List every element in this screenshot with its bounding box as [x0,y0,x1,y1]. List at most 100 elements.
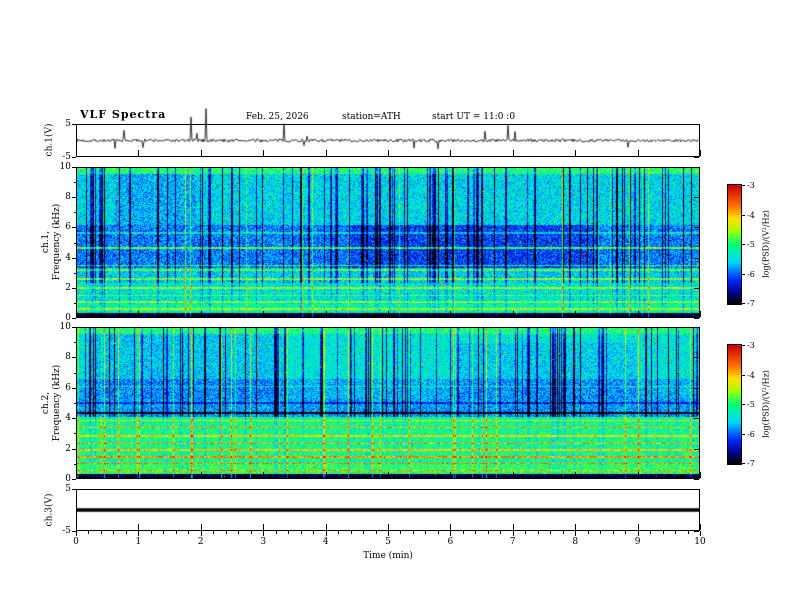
y-minor-tick [74,403,76,404]
y-tick-label: 8 [65,352,71,363]
ch1-voltage-axis-label: ch.1(V) [44,123,55,157]
x-frame-tick [138,524,140,530]
y-major-tick [72,387,76,389]
x-frame-tick [325,524,327,530]
x-tick-label: 1 [135,537,142,547]
x-frame-tick [76,311,77,317]
x-minor-tick [487,531,489,534]
x-tick-label: 6 [447,537,454,547]
x-frame-tick [138,311,140,317]
x-major-tick [575,531,577,536]
x-frame-tick [450,472,452,478]
x-frame-tick [263,524,265,530]
colorbar-tick [742,214,745,216]
y-tick-label: 10 [59,322,71,332]
x-tick-label: 0 [73,537,79,547]
y-major-tick-right [694,318,699,319]
colorbar-tick-label: -3 [747,181,755,190]
y-minor-tick [74,342,76,344]
y-major-tick-right [694,531,699,532]
colorbar-tick [742,244,745,245]
x-major-tick [263,531,265,536]
x-major-tick [200,531,202,536]
colorbar-tick [742,185,745,186]
x-tick-label: 5 [385,537,391,547]
y-major-tick [72,318,76,319]
x-major-tick [388,531,389,536]
x-minor-tick [88,531,90,534]
y-major-tick [72,287,76,289]
x-minor-tick [313,531,315,534]
y-major-tick [72,418,76,420]
x-minor-tick [275,531,277,534]
y-tick-label: 0 [65,313,71,323]
y-minor-tick [74,372,76,374]
x-major-tick [138,531,140,536]
y-major-tick-right [694,489,699,490]
x-frame-tick [450,311,452,317]
ch3-waveform-frame [76,489,700,531]
y-minor-tick [74,302,76,304]
y-major-tick [72,257,76,259]
y-tick-label: 2 [65,443,71,454]
y-tick-label: 2 [65,282,71,293]
colorbar-tick [742,273,745,275]
x-frame-tick [575,524,577,530]
colorbar-tick [742,404,745,405]
x-frame-tick [512,472,514,478]
x-frame-tick [200,311,202,317]
colorbar-ch2-label: log(PSD)/(V²/Hz) [761,370,771,438]
ch3-voltage-axis-label: ch.3(V) [44,493,55,527]
x-tick-label: 10 [694,537,706,547]
x-minor-tick [375,531,377,534]
x-minor-tick [425,531,427,534]
x-frame-tick [700,524,701,530]
x-frame-tick [263,472,265,478]
x-frame-tick [325,472,327,478]
y-major-tick-right [694,479,699,480]
y-minor-tick [74,212,76,214]
x-minor-tick [175,531,177,534]
x-frame-tick [700,472,701,478]
colorbar-tick [742,463,745,464]
x-frame-tick [700,150,701,156]
x-minor-tick [537,531,539,534]
y-major-tick-right [694,167,699,168]
x-frame-tick [200,524,202,530]
x-tick-label: 2 [197,537,204,547]
x-frame-tick [388,472,389,478]
x-major-tick [700,531,701,536]
x-frame-tick [76,524,77,530]
y-major-tick-right [694,287,699,289]
x-tick-label: 8 [572,537,579,547]
x-minor-tick [213,531,215,534]
x-frame-tick [200,472,202,478]
x-minor-tick [300,531,302,534]
x-minor-tick [687,531,689,534]
x-minor-tick [587,531,589,534]
colorbar-tick-label: -7 [747,299,755,308]
x-minor-tick [600,531,602,534]
x-minor-tick [650,531,652,534]
x-minor-tick [662,531,664,534]
x-minor-tick [225,531,227,534]
y-tick-label: 8 [65,192,71,203]
y-major-tick-right [694,157,699,158]
x-frame-tick [637,311,639,317]
x-tick-label: 9 [634,537,641,547]
x-minor-tick [675,531,677,534]
ch1-spectrogram-canvas [77,168,699,317]
x-minor-tick [525,531,527,534]
x-minor-tick [363,531,365,534]
x-minor-tick [113,531,115,534]
y-major-tick [72,448,76,450]
x-frame-tick [637,524,639,530]
ch1-frequency-axis-label: ch.1, Frequency (kHz) [41,204,63,281]
x-major-tick [512,531,514,536]
x-frame-tick [512,524,514,530]
y-major-tick-right [694,227,699,229]
colorbar-ch2-canvas [728,345,741,464]
ch2-axis-frequency-label: Frequency (kHz) [52,364,62,442]
x-minor-tick [625,531,627,534]
colorbar-tick [742,345,745,346]
